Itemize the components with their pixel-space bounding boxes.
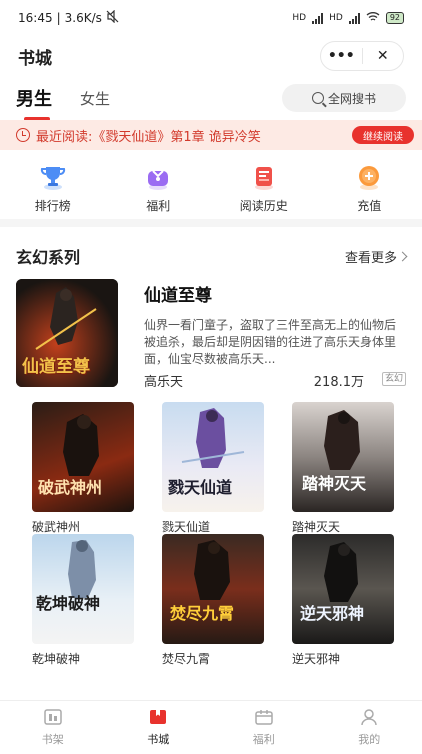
featured-book[interactable]: 仙道至尊 仙道至尊 仙界一看门童子，盗取了三件至高无上的仙物后被追杀，最后却是阴… [16, 279, 406, 390]
continue-reading-button[interactable]: 继续阅读 [352, 126, 414, 144]
see-more-link[interactable]: 查看更多 [344, 247, 408, 266]
mini-program-capsule: ••• ✕ [320, 41, 404, 71]
cover-title-text: 逆天邪神 [300, 604, 365, 623]
book-item[interactable]: 踏神灭天 踏神灭天 [292, 402, 396, 535]
book-word-count: 218.1万 [313, 375, 364, 390]
tab-bookshelf[interactable]: 书架 [0, 701, 106, 754]
tab-male[interactable]: 男生 [16, 85, 52, 121]
profile-icon [359, 707, 379, 727]
tab-label: 书城 [147, 733, 170, 746]
cover-title-text: 破武神州 [38, 478, 103, 497]
quick-nav-history[interactable]: 阅读历史 [211, 158, 317, 216]
book-item[interactable]: 破武神州 破武神州 [32, 402, 136, 535]
book-title: 焚尽九霄 [162, 652, 211, 666]
page-title: 书城 [18, 48, 52, 69]
welfare-icon [254, 707, 274, 727]
battery-icon: 92 [385, 12, 404, 24]
book-cover[interactable]: 破武神州 [32, 402, 134, 512]
section-title: 玄幻系列 [16, 248, 81, 267]
quick-nav-label: 排行榜 [34, 199, 71, 213]
coin-icon [354, 162, 384, 192]
tab-bookstore[interactable]: 书城 [106, 701, 212, 754]
bottom-tab-bar: 书架 书城 福利 我的 [0, 700, 422, 754]
network-label-2: HD [329, 13, 343, 23]
quick-nav-recharge[interactable]: 充值 [317, 158, 422, 216]
signal-icon [312, 12, 324, 24]
quick-nav-label: 充值 [357, 199, 382, 213]
status-left: 16:45 | 3.6K/s [18, 9, 119, 26]
search-button[interactable]: 全网搜书 [282, 84, 406, 112]
quick-nav-ranking[interactable]: 排行榜 [0, 158, 106, 216]
app-header: 书城 ••• ✕ [0, 36, 422, 76]
recent-reading-banner[interactable]: 最近阅读:《戮天仙道》第1章 诡异冷笑 继续阅读 [0, 120, 422, 150]
status-bar: 16:45 | 3.6K/s HD HD 92 [0, 0, 422, 36]
book-item[interactable]: 焚尽九霄 焚尽九霄 [162, 534, 266, 667]
quick-nav: 排行榜 福利 阅读历史 充值 [0, 158, 422, 216]
tab-label: 福利 [252, 733, 275, 746]
tab-female[interactable]: 女生 [80, 88, 110, 109]
cover-title-text: 戮天仙道 [168, 478, 233, 497]
quick-nav-label: 福利 [146, 199, 171, 213]
book-title: 乾坤破神 [32, 652, 81, 666]
recent-reading-text: 最近阅读:《戮天仙道》第1章 诡异冷笑 [36, 129, 261, 145]
book-cover[interactable]: 逆天邪神 [292, 534, 394, 644]
bookshelf-icon [43, 707, 63, 727]
trophy-icon [38, 162, 68, 192]
book-author: 高乐天 [144, 375, 184, 390]
section-header: 玄幻系列 查看更多 [16, 244, 408, 268]
chevron-right-icon [397, 251, 408, 261]
book-title: 破武神州 [32, 520, 81, 534]
quick-nav-label: 阅读历史 [239, 199, 288, 213]
mute-icon [106, 9, 119, 26]
clock-icon [16, 128, 30, 142]
tab-label: 我的 [358, 733, 381, 746]
section-separator [0, 219, 422, 227]
status-right: HD HD 92 [292, 11, 404, 25]
book-cover[interactable]: 焚尽九霄 [162, 534, 264, 644]
signal-icon-2 [348, 12, 360, 24]
search-icon [311, 92, 324, 104]
wifi-icon [366, 11, 380, 25]
book-item[interactable]: 逆天邪神 逆天邪神 [292, 534, 396, 667]
bookstore-icon [148, 707, 168, 727]
gift-icon [143, 162, 173, 192]
book-description: 仙界一看门童子，盗取了三件至高无上的仙物后被追杀，最后却是阴因错的往进了高乐天身… [144, 318, 397, 366]
see-more-label: 查看更多 [344, 250, 397, 266]
book-cover[interactable]: 乾坤破神 [32, 534, 134, 644]
genre-tag: 玄幻 [381, 372, 406, 386]
close-button[interactable]: ✕ [363, 42, 404, 70]
history-icon [249, 162, 279, 192]
book-cover[interactable]: 仙道至尊 [16, 279, 118, 387]
tab-label: 书架 [41, 733, 64, 746]
cover-title-text: 仙道至尊 [22, 357, 90, 377]
book-item[interactable]: 戮天仙道 戮天仙道 [162, 402, 266, 535]
cover-title-text: 乾坤破神 [36, 594, 101, 613]
tab-welfare[interactable]: 福利 [211, 701, 317, 754]
book-item[interactable]: 乾坤破神 乾坤破神 [32, 534, 136, 667]
status-time: 16:45 [18, 11, 53, 25]
cover-title-text: 踏神灭天 [302, 474, 367, 493]
book-cover[interactable]: 戮天仙道 [162, 402, 264, 512]
tab-profile[interactable]: 我的 [317, 701, 422, 754]
book-title: 逆天邪神 [292, 652, 341, 666]
more-options-button[interactable]: ••• [321, 42, 362, 70]
book-cover[interactable]: 踏神灭天 [292, 402, 394, 512]
search-label: 全网搜书 [327, 91, 376, 106]
quick-nav-welfare[interactable]: 福利 [106, 158, 212, 216]
book-title: 仙道至尊 [144, 286, 212, 306]
status-speed: 3.6K/s [64, 11, 102, 25]
network-label-1: HD [292, 13, 307, 23]
status-sep: | [56, 11, 61, 25]
book-title: 戮天仙道 [162, 520, 211, 534]
gender-tabs: 男生 女生 全网搜书 [0, 80, 422, 121]
book-title: 踏神灭天 [292, 520, 341, 534]
cover-title-text: 焚尽九霄 [170, 604, 235, 623]
